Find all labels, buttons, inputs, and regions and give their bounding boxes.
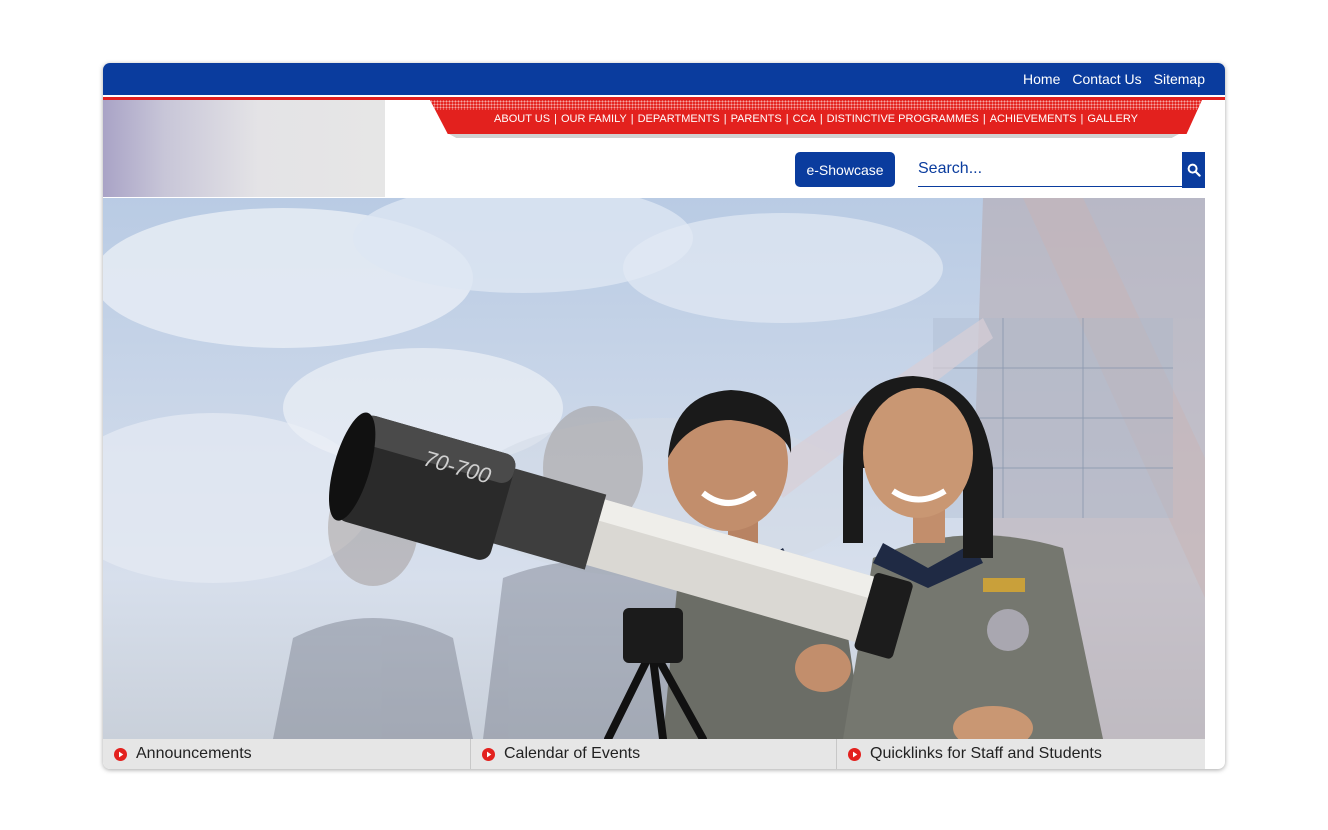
nav-distinctive-programmes[interactable]: DISTINCTIVE PROGRAMMES bbox=[827, 112, 979, 126]
nav-achievements[interactable]: ACHIEVEMENTS bbox=[990, 112, 1077, 126]
nav-parents[interactable]: PARENTS bbox=[731, 112, 782, 126]
main-nav-shadow bbox=[449, 134, 1179, 138]
red-arrow-circle-icon bbox=[114, 747, 127, 761]
quicklinks-bar: Announcements Calendar of Events Quickli… bbox=[103, 739, 1205, 769]
nav-separator: | bbox=[630, 113, 634, 125]
search-button[interactable] bbox=[1182, 152, 1205, 188]
main-nav-dot-pattern bbox=[430, 100, 1202, 110]
search-icon bbox=[1187, 163, 1201, 177]
search-input[interactable] bbox=[918, 152, 1182, 187]
hero-image: 70-700 bbox=[103, 198, 1205, 739]
announcements-label: Announcements bbox=[136, 745, 252, 762]
nav-separator: | bbox=[819, 113, 823, 125]
red-arrow-circle-icon bbox=[848, 747, 861, 761]
announcements-tab[interactable]: Announcements bbox=[103, 739, 470, 769]
search-bar bbox=[918, 152, 1205, 188]
school-logo-area[interactable] bbox=[103, 100, 385, 197]
nav-separator: | bbox=[723, 113, 727, 125]
red-arrow-circle-icon bbox=[482, 747, 495, 761]
nav-separator: | bbox=[785, 113, 789, 125]
nav-our-family[interactable]: OUR FAMILY bbox=[561, 112, 627, 126]
nav-gallery[interactable]: GALLERY bbox=[1087, 112, 1138, 126]
top-bar: Home Contact Us Sitemap bbox=[103, 63, 1225, 95]
nav-cca[interactable]: CCA bbox=[793, 112, 816, 126]
main-nav: ABOUT US | OUR FAMILY | DEPARTMENTS | PA… bbox=[430, 100, 1202, 134]
nav-separator: | bbox=[982, 113, 986, 125]
calendar-of-events-tab[interactable]: Calendar of Events bbox=[470, 739, 836, 769]
sitemap-link[interactable]: Sitemap bbox=[1154, 71, 1205, 87]
nav-separator: | bbox=[1080, 113, 1084, 125]
nav-about-us[interactable]: ABOUT US bbox=[494, 112, 550, 126]
contact-us-link[interactable]: Contact Us bbox=[1072, 71, 1141, 87]
quicklinks-staff-students-label: Quicklinks for Staff and Students bbox=[870, 745, 1102, 762]
calendar-of-events-label: Calendar of Events bbox=[504, 745, 641, 762]
nav-separator: | bbox=[554, 113, 557, 125]
hero-banner: 70-700 bbox=[103, 198, 1205, 739]
e-showcase-button[interactable]: e-Showcase bbox=[795, 152, 895, 187]
quicklinks-staff-students-tab[interactable]: Quicklinks for Staff and Students bbox=[836, 739, 1205, 769]
nav-departments[interactable]: DEPARTMENTS bbox=[638, 112, 720, 126]
top-links: Home Contact Us Sitemap bbox=[1023, 71, 1205, 87]
home-link[interactable]: Home bbox=[1023, 71, 1060, 87]
page-frame: Home Contact Us Sitemap ABOUT US | OUR F… bbox=[103, 63, 1225, 769]
